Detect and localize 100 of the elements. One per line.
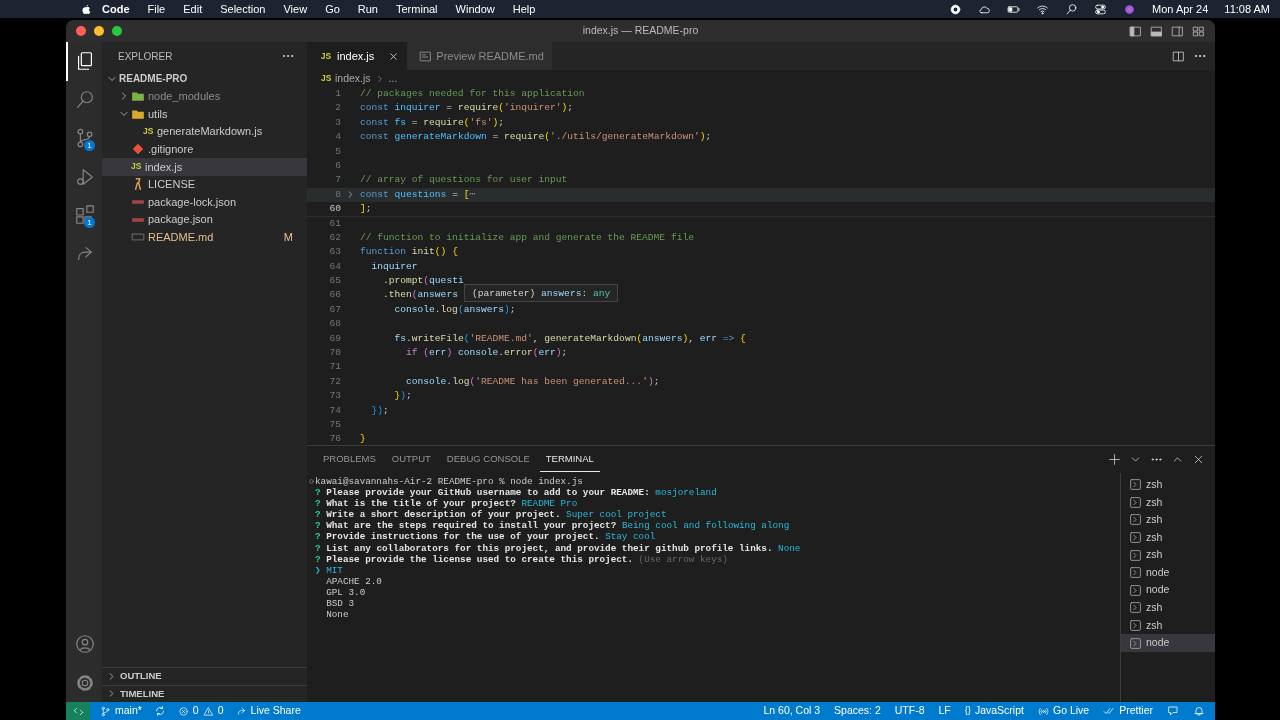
- terminal-session[interactable]: zsh: [1121, 599, 1215, 617]
- breadcrumb-item[interactable]: JS index.js: [321, 70, 371, 87]
- feedback-icon[interactable]: [1167, 705, 1179, 717]
- tree-item[interactable]: node_modules: [102, 87, 307, 106]
- tree-item[interactable]: JS index.js: [102, 157, 307, 176]
- tree-item[interactable]: LICENSE: [102, 175, 307, 194]
- wifi-icon[interactable]: [1036, 2, 1050, 16]
- panel-tab[interactable]: TERMINAL: [539, 447, 600, 472]
- close-icon[interactable]: [388, 50, 400, 62]
- menu-item[interactable]: Run: [348, 0, 387, 18]
- code-line: });: [370, 403, 389, 418]
- terminal-icon: [1129, 548, 1142, 562]
- control-center-icon[interactable]: [1094, 2, 1108, 16]
- plain-status[interactable]: Spaces: 2: [827, 703, 888, 719]
- tree-item[interactable]: README-PRO: [102, 70, 307, 88]
- editor-tab[interactable]: JS index.js: [307, 42, 408, 70]
- prettier-status[interactable]: Prettier: [1096, 703, 1160, 719]
- terminal-icon: [1129, 601, 1142, 615]
- tree-item[interactable]: README.md M: [102, 228, 307, 246]
- code-line: const generateMarkdown = require('./utils/generateMarkdown');: [360, 130, 712, 145]
- terminal-icon: [1129, 478, 1142, 492]
- code-line: ];: [360, 202, 372, 217]
- code-line: console.log('README has been generated...');: [405, 374, 660, 389]
- js-file-icon: JS: [143, 125, 157, 138]
- close-icon[interactable]: [1192, 453, 1205, 466]
- minimize-window-button[interactable]: [94, 26, 104, 36]
- menubar-date: Mon Apr 24: [1152, 1, 1209, 17]
- bell-icon[interactable]: [1193, 705, 1205, 717]
- menu-item[interactable]: Window: [446, 0, 504, 18]
- problems-counter[interactable]: 0 0: [171, 703, 230, 719]
- extensions-icon[interactable]: [74, 204, 96, 227]
- terminal-session[interactable]: node: [1121, 563, 1215, 582]
- split-layout-icon[interactable]: [1171, 24, 1184, 38]
- close-window-button[interactable]: [76, 26, 86, 36]
- menu-item[interactable]: File: [138, 0, 175, 18]
- terminal-line: ❯ MIT: [315, 564, 343, 576]
- menu-item[interactable]: Edit: [174, 0, 212, 18]
- branch-status[interactable]: main*: [94, 703, 148, 719]
- tree-item[interactable]: .gitignore: [102, 140, 307, 158]
- panel-tab[interactable]: PROBLEMS: [317, 447, 382, 472]
- hover-tooltip: (parameter) answers: any: [464, 284, 619, 302]
- menu-item[interactable]: Go: [316, 0, 349, 18]
- line-number: 67: [328, 302, 341, 317]
- terminal-session[interactable]: zsh: [1121, 616, 1215, 635]
- terminal-line: ? Provide instructions for the use of your project. Stay cool: [315, 531, 656, 543]
- sync-icon[interactable]: [153, 705, 166, 717]
- code-line: // function to initialize app and generate the README file: [360, 230, 694, 245]
- plus-icon[interactable]: [1108, 453, 1121, 466]
- terminal-session[interactable]: zsh: [1121, 511, 1215, 529]
- line-number: 5: [334, 144, 341, 159]
- sidebar-toggle-icon[interactable]: [1129, 24, 1142, 38]
- menu-item[interactable]: Selection: [211, 0, 275, 18]
- line-number: 65: [328, 274, 341, 289]
- line-number: 70: [328, 346, 341, 361]
- code-line: function init() {: [360, 245, 458, 260]
- tree-item[interactable]: utils: [102, 105, 307, 123]
- terminal-session[interactable]: zsh: [1121, 546, 1215, 564]
- terminal-session[interactable]: zsh: [1121, 528, 1215, 547]
- breadcrumb-item[interactable]: ...: [388, 70, 398, 87]
- js-file-icon: JS: [131, 160, 145, 174]
- search-icon[interactable]: [1065, 2, 1079, 16]
- terminal-line: None: [325, 609, 349, 621]
- menu-item[interactable]: Code: [93, 0, 139, 18]
- language-status[interactable]: {} JavaScript: [957, 703, 1031, 719]
- circle-icon: [307, 477, 316, 487]
- account-icon[interactable]: [74, 633, 96, 656]
- assistant-icon[interactable]: [1123, 2, 1137, 16]
- code-line: fs.writeFile('README.md', generateMarkdown(answers), err => {: [393, 331, 746, 346]
- terminal-session[interactable]: zsh: [1121, 493, 1215, 512]
- section-header[interactable]: OUTLINE: [102, 667, 307, 685]
- plain-status[interactable]: UTF-8: [887, 703, 932, 719]
- record-icon[interactable]: [949, 2, 963, 16]
- live-share-status[interactable]: Live Share: [229, 703, 307, 719]
- go-live-status[interactable]: Go Live: [1030, 703, 1097, 719]
- broadcast-icon: [1037, 705, 1049, 717]
- terminal-session[interactable]: zsh: [1121, 476, 1215, 494]
- terminal-icon: [1129, 513, 1142, 527]
- menu-item[interactable]: View: [274, 0, 317, 18]
- plain-status[interactable]: LF: [931, 703, 958, 719]
- terminal-session[interactable]: node: [1121, 581, 1215, 600]
- layout-icon[interactable]: [1192, 24, 1205, 38]
- menu-item[interactable]: Help: [503, 0, 545, 18]
- tree-item[interactable]: package-lock.json: [102, 193, 307, 211]
- plain-status[interactable]: Ln 60, Col 3: [756, 703, 828, 719]
- panel-tab[interactable]: OUTPUT: [385, 447, 437, 472]
- split-editor-icon[interactable]: [1172, 49, 1185, 63]
- share-arrow-icon: [235, 705, 247, 717]
- panel-toggle-icon[interactable]: [1150, 24, 1163, 38]
- panel-tab[interactable]: DEBUG CONSOLE: [440, 447, 536, 472]
- terminal-line: ? List any collaborators for this project, and provide their github profile links. None: [315, 542, 801, 554]
- terminal-icon: [1129, 636, 1142, 650]
- terminal-session[interactable]: node: [1121, 634, 1215, 652]
- tree-item[interactable]: package.json: [102, 210, 307, 229]
- zoom-window-button[interactable]: [112, 26, 122, 36]
- remote-button[interactable]: [66, 702, 90, 720]
- apple-icon[interactable]: [80, 2, 93, 16]
- code-line: const fs = require('fs');: [360, 115, 504, 130]
- tree-item[interactable]: JS generateMarkdown.js: [102, 122, 307, 141]
- menu-item[interactable]: Terminal: [387, 0, 447, 18]
- editor-tab[interactable]: Preview README.md: [407, 42, 552, 70]
